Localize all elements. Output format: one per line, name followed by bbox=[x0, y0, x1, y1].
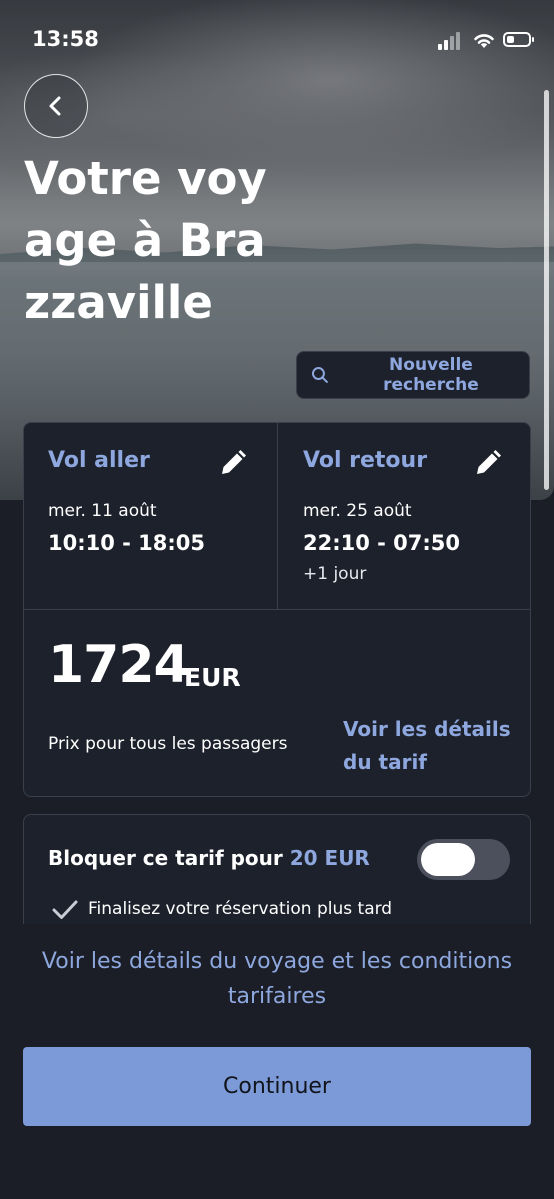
price-description: Prix pour tous les passagers bbox=[48, 734, 288, 754]
return-date: mer. 25 août bbox=[303, 501, 412, 521]
price-amount: 1724 bbox=[48, 635, 190, 695]
new-search-label: Nouvelle recherche bbox=[383, 355, 479, 395]
battery-icon bbox=[503, 32, 534, 47]
continue-button[interactable]: Continuer bbox=[23, 1047, 531, 1126]
divider bbox=[24, 609, 530, 610]
edit-outbound-pencil-icon[interactable] bbox=[218, 448, 248, 478]
trip-details-link[interactable]: Voir les détails du voyage et les condit… bbox=[40, 944, 514, 1014]
return-flight-label: Vol retour bbox=[303, 448, 428, 473]
back-arrow-icon bbox=[49, 96, 61, 116]
bottom-action-bar: Voir les détails du voyage et les condit… bbox=[0, 924, 554, 1199]
outbound-times: 10:10 - 18:05 bbox=[48, 531, 206, 555]
checkmark-icon bbox=[52, 900, 78, 919]
toggle-knob bbox=[421, 843, 475, 876]
back-button[interactable] bbox=[24, 74, 88, 138]
fare-details-link[interactable]: Voir les détails du tarif bbox=[343, 713, 518, 779]
hold-fare-label: Bloquer ce tarif pour bbox=[48, 846, 283, 870]
hold-fare-price: 20 EUR bbox=[289, 846, 370, 870]
wifi-icon bbox=[474, 34, 494, 48]
price-currency: EUR bbox=[184, 663, 241, 692]
hold-fare-toggle[interactable] bbox=[417, 839, 510, 880]
divider bbox=[277, 423, 278, 609]
return-next-day-note: +1 jour bbox=[303, 564, 367, 584]
scroll-indicator[interactable] bbox=[544, 90, 549, 490]
hold-fare-benefit: Finalisez votre réservation plus tard bbox=[88, 899, 393, 919]
outbound-flight-label: Vol aller bbox=[48, 448, 150, 473]
search-icon bbox=[311, 367, 328, 383]
hold-fare-title: Bloquer ce tarif pour 20 EUR bbox=[48, 846, 370, 870]
status-time: 13:58 bbox=[32, 27, 99, 51]
outbound-date: mer. 11 août bbox=[48, 501, 157, 521]
status-bar: 13:58 bbox=[0, 0, 554, 80]
page-title: Votre voyage à Brazzaville bbox=[24, 152, 267, 329]
new-search-button[interactable]: Nouvelle recherche bbox=[296, 351, 530, 399]
return-times: 22:10 - 07:50 bbox=[303, 531, 461, 555]
edit-return-pencil-icon[interactable] bbox=[473, 448, 503, 478]
flight-summary-card: Vol aller mer. 11 août 10:10 - 18:05 Vol… bbox=[23, 422, 531, 797]
signal-icon bbox=[438, 32, 466, 50]
